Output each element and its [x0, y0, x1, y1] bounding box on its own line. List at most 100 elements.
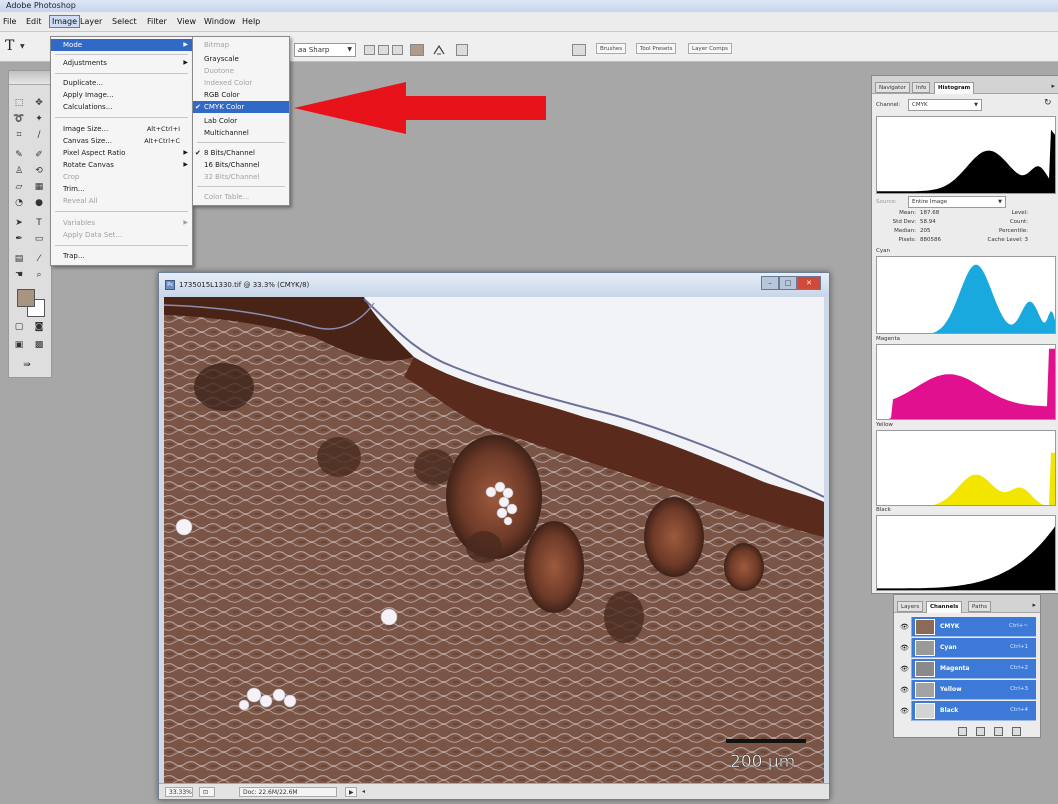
- eye-icon[interactable]: 👁: [898, 701, 912, 721]
- history-brush-tool-icon[interactable]: ⟲: [33, 165, 45, 177]
- mode-item-32-bits[interactable]: 32 Bits/Channel: [193, 171, 289, 183]
- mode-item-color-table[interactable]: Color Table...: [193, 191, 289, 203]
- menu-item-variables[interactable]: Variables ▶: [51, 217, 192, 229]
- full-screen-mode-icon[interactable]: ▩: [33, 339, 45, 351]
- menu-file[interactable]: File: [1, 15, 18, 28]
- menu-item-apply-data-set[interactable]: Apply Data Set...: [51, 229, 192, 241]
- eyedropper-tool-icon[interactable]: ⁄: [33, 253, 45, 265]
- menu-item-crop[interactable]: Crop: [51, 171, 192, 183]
- align-left-icon[interactable]: [364, 45, 375, 55]
- mode-item-grayscale[interactable]: Grayscale: [193, 53, 289, 65]
- tab-channels[interactable]: Channels: [926, 601, 963, 613]
- notes-tool-icon[interactable]: ▤: [13, 253, 25, 265]
- mode-item-bitmap[interactable]: Bitmap: [193, 39, 289, 51]
- tab-layers[interactable]: Layers: [897, 601, 924, 612]
- palette-menu-icon[interactable]: ▸: [1051, 82, 1055, 90]
- menu-filter[interactable]: Filter: [145, 15, 169, 28]
- tab-navigator[interactable]: Navigator: [875, 82, 910, 93]
- menu-help[interactable]: Help: [240, 15, 262, 28]
- hand-tool-icon[interactable]: ☚: [13, 269, 25, 281]
- eye-icon[interactable]: 👁: [898, 680, 912, 700]
- menu-edit[interactable]: Edit: [24, 15, 44, 28]
- warp-text-icon[interactable]: [432, 43, 446, 57]
- scroll-left-icon[interactable]: ◂: [359, 787, 369, 797]
- dock-tab-layer-comps[interactable]: Layer Comps: [688, 43, 733, 54]
- menu-item-trim[interactable]: Trim...: [51, 183, 192, 195]
- pen-tool-icon[interactable]: ✒: [13, 233, 25, 245]
- menu-image[interactable]: Image: [49, 15, 81, 28]
- mode-item-rgb-color[interactable]: RGB Color: [193, 89, 289, 101]
- align-center-icon[interactable]: [378, 45, 389, 55]
- menu-item-reveal-all[interactable]: Reveal All: [51, 195, 192, 207]
- dock-tab-tool-presets[interactable]: Tool Presets: [636, 43, 677, 54]
- marquee-tool-icon[interactable]: ⬚: [13, 97, 25, 109]
- channel-row-yellow[interactable]: 👁 Yellow Ctrl+3: [898, 680, 1036, 700]
- tab-histogram[interactable]: Histogram: [934, 82, 975, 94]
- blur-tool-icon[interactable]: ◔: [13, 197, 25, 209]
- gradient-tool-icon[interactable]: ▦: [33, 181, 45, 193]
- maximize-button[interactable]: □: [779, 276, 797, 290]
- type-tool-icon[interactable]: T: [33, 217, 45, 229]
- healing-brush-tool-icon[interactable]: ✎: [13, 149, 25, 161]
- antialias-select[interactable]: aa Sharp ▼: [294, 43, 356, 57]
- menu-select[interactable]: Select: [110, 15, 139, 28]
- lasso-tool-icon[interactable]: ➰: [13, 113, 25, 125]
- menu-item-calculations[interactable]: Calculations...: [51, 101, 192, 113]
- channel-row-magenta[interactable]: 👁 Magenta Ctrl+2: [898, 659, 1036, 679]
- palette-menu-icon[interactable]: ▸: [1032, 601, 1036, 609]
- new-channel-icon[interactable]: [994, 727, 1003, 736]
- status-menu-arrow-icon[interactable]: ▶: [345, 787, 357, 797]
- eye-icon[interactable]: 👁: [898, 638, 912, 658]
- dock-well-icon[interactable]: [572, 44, 586, 56]
- menu-layer[interactable]: Layer: [78, 15, 104, 28]
- menu-item-rotate-canvas[interactable]: Rotate Canvas ▶: [51, 159, 192, 171]
- foreground-color-swatch[interactable]: [17, 289, 35, 307]
- mode-item-cmyk-color[interactable]: ✔ CMYK Color: [193, 101, 289, 113]
- path-selection-tool-icon[interactable]: ➤: [13, 217, 25, 229]
- eraser-tool-icon[interactable]: ▱: [13, 181, 25, 193]
- status-icon[interactable]: ⊡: [199, 787, 215, 797]
- eye-icon[interactable]: 👁: [898, 617, 912, 637]
- quick-mask-on-icon[interactable]: ◙: [33, 321, 45, 333]
- menu-item-apply-image[interactable]: Apply Image...: [51, 89, 192, 101]
- menu-item-image-size[interactable]: Image Size... Alt+Ctrl+I: [51, 123, 192, 135]
- screen-mode-icon[interactable]: ▣: [13, 339, 25, 351]
- tab-info[interactable]: Info: [912, 82, 931, 93]
- clone-stamp-tool-icon[interactable]: ♙: [13, 165, 25, 177]
- tool-preset-dropdown-icon[interactable]: ▼: [20, 43, 25, 50]
- channel-select[interactable]: CMYK ▼: [908, 99, 982, 111]
- type-tool-icon[interactable]: T: [5, 38, 14, 54]
- move-tool-icon[interactable]: ✥: [33, 97, 45, 109]
- crop-tool-icon[interactable]: ⌗: [13, 129, 25, 141]
- tab-paths[interactable]: Paths: [968, 601, 991, 612]
- close-button[interactable]: ✕: [797, 276, 821, 290]
- text-color-swatch[interactable]: [410, 44, 424, 56]
- menu-item-mode[interactable]: Mode ▶: [51, 39, 192, 51]
- document-title-bar[interactable]: Ps 1735015L1330.tif @ 33.3% (CMYK/8) – □…: [159, 273, 829, 297]
- menu-item-pixel-aspect-ratio[interactable]: Pixel Aspect Ratio ▶: [51, 147, 192, 159]
- minimize-button[interactable]: –: [761, 276, 779, 290]
- mode-item-8-bits[interactable]: ✔ 8 Bits/Channel: [193, 147, 289, 159]
- delete-channel-icon[interactable]: [1012, 727, 1021, 736]
- save-selection-icon[interactable]: [976, 727, 985, 736]
- quick-mask-off-icon[interactable]: ▢: [13, 321, 25, 333]
- menu-item-adjustments[interactable]: Adjustments ▶: [51, 57, 192, 69]
- channel-row-cyan[interactable]: 👁 Cyan Ctrl+1: [898, 638, 1036, 658]
- channel-row-cmyk[interactable]: 👁 CMYK Ctrl+~: [898, 617, 1036, 637]
- mode-item-lab-color[interactable]: Lab Color: [193, 115, 289, 127]
- menu-item-trap[interactable]: Trap...: [51, 250, 192, 262]
- refresh-icon[interactable]: ↻: [1044, 98, 1052, 108]
- mode-item-multichannel[interactable]: Multichannel: [193, 127, 289, 139]
- zoom-level-field[interactable]: 33.33%: [165, 787, 193, 797]
- menu-item-duplicate[interactable]: Duplicate...: [51, 77, 192, 89]
- load-selection-icon[interactable]: [958, 727, 967, 736]
- menu-view[interactable]: View: [175, 15, 198, 28]
- brush-tool-icon[interactable]: ✐: [33, 149, 45, 161]
- dodge-tool-icon[interactable]: ●: [33, 197, 45, 209]
- magic-wand-tool-icon[interactable]: ✦: [33, 113, 45, 125]
- shape-tool-icon[interactable]: ▭: [33, 233, 45, 245]
- image-canvas[interactable]: 200 µm: [164, 297, 824, 783]
- mode-item-16-bits[interactable]: 16 Bits/Channel: [193, 159, 289, 171]
- mode-item-indexed-color[interactable]: Indexed Color: [193, 77, 289, 89]
- source-select[interactable]: Entire Image ▼: [908, 196, 1006, 208]
